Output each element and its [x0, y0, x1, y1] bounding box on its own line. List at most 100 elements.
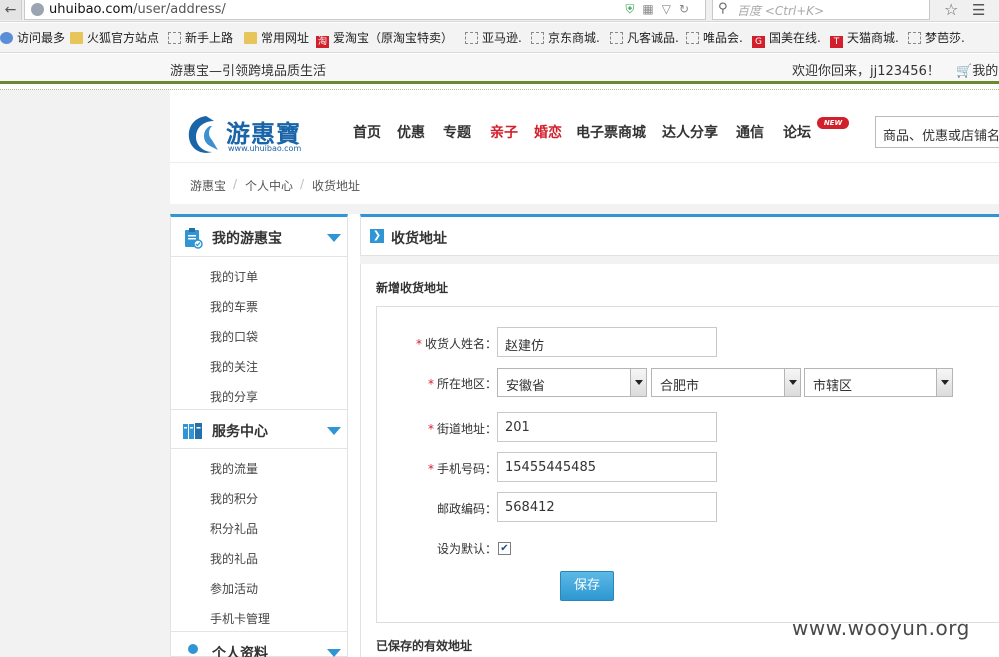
chevron-down-icon [784, 369, 800, 396]
page-icon [908, 32, 921, 44]
street-address-input[interactable]: 201 [497, 412, 717, 442]
breadcrumb-home[interactable]: 游惠宝 [190, 177, 226, 194]
bookmark-getting-started[interactable]: 新手上路 [168, 30, 233, 46]
breadcrumb-user-center[interactable]: 个人中心 [245, 177, 293, 194]
new-badge: NEW [817, 117, 849, 129]
site-search-placeholder: 商品、优惠或店铺名 [883, 129, 999, 144]
browser-search-input[interactable]: ⚲ 百度 <Ctrl+K> [712, 0, 930, 20]
bookmark-jd[interactable]: 京东商城. [531, 30, 600, 46]
nav-home[interactable]: 首页 [353, 122, 381, 142]
bookmarks-bar: 访问最多 火狐官方站点 新手上路 常用网址 淘爱淘宝（原淘宝特卖） 亚马逊. 京… [0, 23, 999, 53]
sidebar-section-title: 我的游惠宝 [212, 231, 282, 247]
nav-dating[interactable]: 婚恋 [534, 122, 562, 142]
nav-topics[interactable]: 专题 [443, 122, 471, 142]
sidebar-item-activities[interactable]: 参加活动 [210, 580, 258, 597]
sidebar-item-orders[interactable]: 我的订单 [210, 268, 258, 285]
site-search-input[interactable]: 商品、优惠或店铺名 [875, 116, 999, 148]
phone-input[interactable]: 15455445485 [497, 452, 717, 482]
sidebar-item-my-gifts[interactable]: 我的礼品 [210, 550, 258, 567]
sidebar-item-point-gifts[interactable]: 积分礼品 [210, 520, 258, 537]
logo-url: www.uhuibao.com [228, 144, 302, 153]
zip-label: 邮政编码： [436, 502, 497, 516]
browser-toolbar: ← uhuibao.com/user/address/ ⛨▦▽↻ ⚲ 百度 <C… [0, 0, 999, 22]
sidebar-item-traffic[interactable]: 我的流量 [210, 460, 258, 477]
bookmark-amazon[interactable]: 亚马逊. [465, 30, 522, 46]
bookmark-common-sites[interactable]: 常用网址 [244, 30, 309, 46]
menu-icon[interactable]: ☰ [972, 1, 985, 19]
logo-mark-icon [188, 116, 218, 153]
chevron-down-icon[interactable] [327, 234, 341, 242]
phone-label: * 手机号码： [427, 462, 497, 476]
dropdown-icon[interactable]: ▽ [662, 2, 679, 16]
save-button[interactable]: 保存 [560, 571, 614, 601]
main-title-bar: ❯ 收货地址 [360, 214, 999, 256]
url-field[interactable]: uhuibao.com/user/address/ ⛨▦▽↻ [24, 0, 706, 20]
shield-icon[interactable]: ⛨ [625, 2, 642, 16]
sidebar-item-shares[interactable]: 我的分享 [210, 388, 258, 405]
sidebar-item-points[interactable]: 我的积分 [210, 490, 258, 507]
nav-deals[interactable]: 优惠 [397, 122, 425, 142]
welcome-text: 欢迎你回来，jj123456！ [792, 64, 940, 79]
nav-telecom[interactable]: 通信 [736, 122, 764, 142]
folder-icon [244, 32, 257, 44]
recipient-name-input[interactable]: 赵建仿 [497, 327, 717, 357]
site-topbar: 游惠宝—引领跨境品质生活 欢迎你回来，jj123456！ 🛒我的 [0, 54, 999, 84]
reload-icon[interactable]: ↻ [679, 2, 697, 16]
url-tools: ⛨▦▽↻ [625, 2, 697, 17]
bookmark-star-icon[interactable]: ☆ [944, 0, 958, 19]
site-slogan: 游惠宝—引领跨境品质生活 [170, 64, 327, 79]
bookmark-tmall[interactable]: T 天猫商城. [830, 30, 899, 48]
saved-addresses-title: 已保存的有效地址 [376, 639, 473, 653]
sidebar-item-pocket[interactable]: 我的口袋 [210, 328, 258, 345]
page-icon [686, 32, 699, 44]
page-icon [610, 32, 623, 44]
default-label: 设为默认： [436, 542, 497, 556]
nav-eticket-mall[interactable]: 电子票商城 [576, 122, 646, 142]
qr-icon[interactable]: ▦ [642, 2, 661, 16]
sidebar-item-following[interactable]: 我的关注 [210, 358, 258, 375]
sidebar: 我的游惠宝 我的订单 我的车票 我的口袋 我的关注 我的分享 服务中心 我的流量… [170, 214, 348, 657]
globe-icon [31, 3, 44, 16]
zip-code-input[interactable]: 568412 [497, 492, 717, 522]
watermark: www.wooyun.org [792, 616, 970, 640]
sidebar-section-my-uhuibao[interactable]: 我的游惠宝 [171, 217, 347, 257]
nav-expert-share[interactable]: 达人分享 [662, 122, 718, 142]
name-label: * 收货人姓名： [415, 337, 497, 351]
bookmark-vancl[interactable]: 凡客诚品. [610, 30, 679, 46]
address-form: * 收货人姓名： 赵建仿 * 所在地区： 安徽省 合肥市 市辖区 * 街道地址： 20… [376, 306, 999, 623]
nav-parenting[interactable]: 亲子 [490, 122, 518, 142]
user-icon [188, 644, 198, 654]
back-arrow-icon[interactable]: ← [0, 0, 22, 20]
page-icon [168, 32, 181, 44]
page-gap [170, 204, 999, 214]
sidebar-item-tickets[interactable]: 我的车票 [210, 298, 258, 315]
bookmark-aitaobao[interactable]: 淘爱淘宝（原淘宝特卖） [316, 30, 453, 48]
gear-icon [0, 32, 13, 44]
sidebar-section-title: 个人资料 [212, 646, 268, 657]
bookmark-gome[interactable]: G 国美在线. [752, 30, 821, 48]
set-default-checkbox[interactable]: ✔ [498, 542, 511, 555]
chevron-right-icon: ❯ [370, 229, 384, 243]
page-icon [531, 32, 544, 44]
taobao-icon: 淘 [316, 36, 329, 48]
my-cart-link[interactable]: 🛒我的 [956, 60, 998, 79]
bookmark-moonbasa[interactable]: 梦芭莎. [908, 30, 965, 46]
nav-forum[interactable]: 论坛 [783, 122, 811, 142]
sidebar-section-profile[interactable]: 个人资料 [171, 631, 347, 657]
main-content: 新增收货地址 * 收货人姓名： 赵建仿 * 所在地区： 安徽省 合肥市 市辖区 * 街… [360, 264, 999, 657]
folder-icon [70, 32, 83, 44]
new-address-title: 新增收货地址 [376, 281, 449, 295]
district-select[interactable]: 市辖区 [804, 368, 953, 397]
bookmark-most-visited[interactable]: 访问最多 [0, 30, 65, 46]
bookmark-vip[interactable]: 唯品会. [686, 30, 743, 46]
city-select[interactable]: 合肥市 [651, 368, 801, 397]
site-header: 游惠寶 www.uhuibao.com 首页 优惠 专题 亲子 婚恋 电子票商城… [170, 102, 999, 162]
chevron-down-icon[interactable] [327, 427, 341, 435]
sidebar-section-service-center[interactable]: 服务中心 [171, 409, 347, 449]
province-select[interactable]: 安徽省 [497, 368, 647, 397]
chevron-down-icon[interactable] [327, 649, 341, 657]
cart-icon: 🛒 [956, 64, 973, 79]
site-logo[interactable]: 游惠寶 www.uhuibao.com [184, 110, 314, 158]
bookmark-firefox[interactable]: 火狐官方站点 [70, 30, 159, 46]
sidebar-item-sim-card[interactable]: 手机卡管理 [210, 610, 270, 627]
